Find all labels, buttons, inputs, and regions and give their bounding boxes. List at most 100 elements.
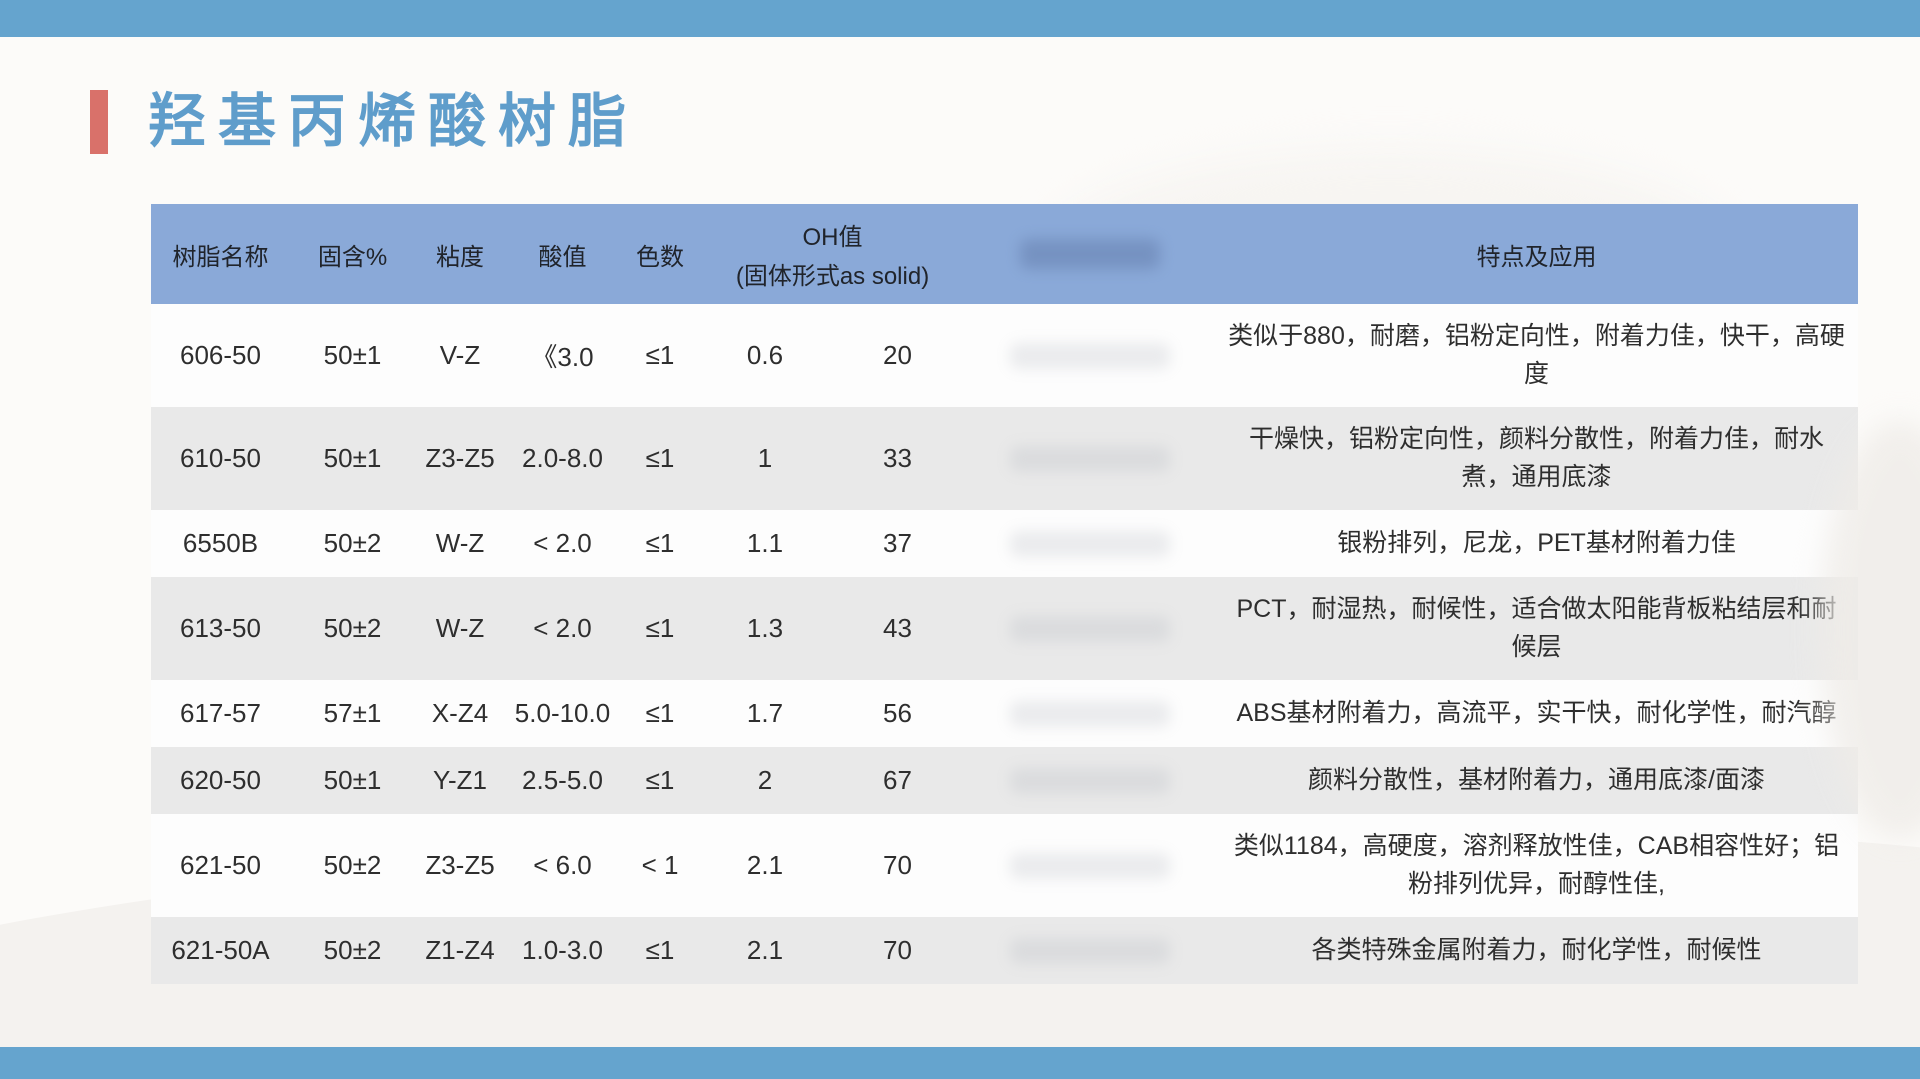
cell-oh-value: 70 bbox=[830, 917, 965, 984]
cell-acid-value: 2.5-5.0 bbox=[505, 747, 620, 814]
page-title: 羟基丙烯酸树脂 bbox=[148, 93, 638, 151]
redacted-text-blob bbox=[1010, 446, 1170, 472]
table-row: 621-50A 50±2 Z1-Z4 1.0-3.0 ≤1 2.1 70 各类特… bbox=[151, 917, 1858, 984]
cell-solid-content: 50±2 bbox=[290, 814, 415, 917]
cell-resin-name: 606-50 bbox=[151, 304, 290, 407]
cell-redacted bbox=[965, 304, 1215, 407]
cell-features: 干燥快，铝粉定向性，颜料分散性，附着力佳，耐水煮，通用底漆 bbox=[1215, 407, 1858, 510]
cell-color-number: ≤1 bbox=[620, 917, 700, 984]
cell-features: 颜料分散性，基材附着力，通用底漆/面漆 bbox=[1215, 747, 1858, 814]
table-row: 6550B 50±2 W-Z < 2.0 ≤1 1.1 37 银粉排列，尼龙，P… bbox=[151, 510, 1858, 577]
cell-solid-content: 57±1 bbox=[290, 680, 415, 747]
table-row: 610-50 50±1 Z3-Z5 2.0-8.0 ≤1 1 33 干燥快，铝粉… bbox=[151, 407, 1858, 510]
col-header-solid-content: 固含% bbox=[290, 204, 415, 304]
col-header-viscosity: 粘度 bbox=[415, 204, 505, 304]
cell-acid-value: < 6.0 bbox=[505, 814, 620, 917]
title-accent-bar bbox=[90, 90, 108, 154]
cell-resin-name: 621-50A bbox=[151, 917, 290, 984]
redacted-text-blob bbox=[1010, 343, 1170, 369]
cell-features: 银粉排列，尼龙，PET基材附着力佳 bbox=[1215, 510, 1858, 577]
cell-acid-value: 5.0-10.0 bbox=[505, 680, 620, 747]
redacted-header-blob bbox=[1020, 239, 1160, 269]
col-header-redacted bbox=[965, 204, 1215, 304]
cell-viscosity: X-Z4 bbox=[415, 680, 505, 747]
cell-redacted bbox=[965, 814, 1215, 917]
cell-oh-value: 70 bbox=[830, 814, 965, 917]
cell-resin-name: 610-50 bbox=[151, 407, 290, 510]
cell-oh-solid: 2 bbox=[700, 747, 830, 814]
col-header-color-number: 色数 bbox=[620, 204, 700, 304]
cell-resin-name: 620-50 bbox=[151, 747, 290, 814]
cell-features: 类似1184，高硬度，溶剂释放性佳，CAB相容性好；铝粉排列优异，耐醇性佳, bbox=[1215, 814, 1858, 917]
redacted-text-blob bbox=[1010, 701, 1170, 727]
cell-oh-value: 37 bbox=[830, 510, 965, 577]
table-row: 606-50 50±1 V-Z 《3.0 ≤1 0.6 20 类似于880，耐磨… bbox=[151, 304, 1858, 407]
cell-resin-name: 613-50 bbox=[151, 577, 290, 680]
cell-color-number: ≤1 bbox=[620, 510, 700, 577]
resin-spec-table: 树脂名称 固含% 粘度 酸值 色数 OH值 (固体形式as solid) 特点及… bbox=[151, 204, 1858, 984]
cell-redacted bbox=[965, 747, 1215, 814]
cell-color-number: ≤1 bbox=[620, 680, 700, 747]
cell-features: PCT，耐湿热，耐候性，适合做太阳能背板粘结层和耐候层 bbox=[1215, 577, 1858, 680]
redacted-text-blob bbox=[1010, 938, 1170, 964]
cell-oh-solid: 1.7 bbox=[700, 680, 830, 747]
cell-oh-solid: 2.1 bbox=[700, 917, 830, 984]
cell-solid-content: 50±2 bbox=[290, 510, 415, 577]
cell-oh-solid: 1.1 bbox=[700, 510, 830, 577]
cell-oh-value: 33 bbox=[830, 407, 965, 510]
bottom-brand-bar bbox=[0, 1047, 1920, 1079]
cell-solid-content: 50±1 bbox=[290, 407, 415, 510]
cell-oh-solid: 0.6 bbox=[700, 304, 830, 407]
table-header-row: 树脂名称 固含% 粘度 酸值 色数 OH值 (固体形式as solid) 特点及… bbox=[151, 204, 1858, 304]
top-brand-bar bbox=[0, 0, 1920, 37]
cell-viscosity: W-Z bbox=[415, 577, 505, 680]
cell-solid-content: 50±1 bbox=[290, 747, 415, 814]
redacted-text-blob bbox=[1010, 616, 1170, 642]
cell-oh-value: 67 bbox=[830, 747, 965, 814]
cell-viscosity: W-Z bbox=[415, 510, 505, 577]
cell-viscosity: Y-Z1 bbox=[415, 747, 505, 814]
table-row: 617-57 57±1 X-Z4 5.0-10.0 ≤1 1.7 56 ABS基… bbox=[151, 680, 1858, 747]
cell-oh-solid: 2.1 bbox=[700, 814, 830, 917]
resin-table-body: 606-50 50±1 V-Z 《3.0 ≤1 0.6 20 类似于880，耐磨… bbox=[151, 304, 1858, 984]
cell-resin-name: 621-50 bbox=[151, 814, 290, 917]
cell-redacted bbox=[965, 577, 1215, 680]
oh-header-line1: OH值 bbox=[700, 217, 965, 252]
cell-solid-content: 50±2 bbox=[290, 577, 415, 680]
cell-resin-name: 6550B bbox=[151, 510, 290, 577]
cell-color-number: ≤1 bbox=[620, 577, 700, 680]
cell-color-number: ≤1 bbox=[620, 407, 700, 510]
table-row: 613-50 50±2 W-Z < 2.0 ≤1 1.3 43 PCT，耐湿热，… bbox=[151, 577, 1858, 680]
cell-oh-value: 43 bbox=[830, 577, 965, 680]
cell-oh-solid: 1 bbox=[700, 407, 830, 510]
cell-features: ABS基材附着力，高流平，实干快，耐化学性，耐汽醇 bbox=[1215, 680, 1858, 747]
cell-redacted bbox=[965, 510, 1215, 577]
cell-oh-solid: 1.3 bbox=[700, 577, 830, 680]
cell-redacted bbox=[965, 917, 1215, 984]
cell-resin-name: 617-57 bbox=[151, 680, 290, 747]
col-header-oh-value: OH值 (固体形式as solid) bbox=[700, 204, 965, 304]
cell-acid-value: < 2.0 bbox=[505, 577, 620, 680]
cell-solid-content: 50±1 bbox=[290, 304, 415, 407]
col-header-acid-value: 酸值 bbox=[505, 204, 620, 304]
cell-acid-value: 2.0-8.0 bbox=[505, 407, 620, 510]
cell-viscosity: Z3-Z5 bbox=[415, 407, 505, 510]
cell-acid-value: 1.0-3.0 bbox=[505, 917, 620, 984]
presentation-slide: 羟基丙烯酸树脂 树脂名称 固含% 粘度 酸值 色数 OH值 (固体形式as so… bbox=[0, 0, 1920, 1079]
cell-oh-value: 56 bbox=[830, 680, 965, 747]
cell-viscosity: V-Z bbox=[415, 304, 505, 407]
cell-viscosity: Z3-Z5 bbox=[415, 814, 505, 917]
table-row: 621-50 50±2 Z3-Z5 < 6.0 < 1 2.1 70 类似118… bbox=[151, 814, 1858, 917]
cell-viscosity: Z1-Z4 bbox=[415, 917, 505, 984]
slide-title-block: 羟基丙烯酸树脂 bbox=[90, 90, 638, 154]
cell-acid-value: < 2.0 bbox=[505, 510, 620, 577]
col-header-features: 特点及应用 bbox=[1215, 204, 1858, 304]
cell-oh-value: 20 bbox=[830, 304, 965, 407]
cell-solid-content: 50±2 bbox=[290, 917, 415, 984]
cell-features: 类似于880，耐磨，铝粉定向性，附着力佳，快干，高硬度 bbox=[1215, 304, 1858, 407]
cell-color-number: < 1 bbox=[620, 814, 700, 917]
cell-acid-value: 《3.0 bbox=[505, 304, 620, 407]
cell-color-number: ≤1 bbox=[620, 304, 700, 407]
table-row: 620-50 50±1 Y-Z1 2.5-5.0 ≤1 2 67 颜料分散性，基… bbox=[151, 747, 1858, 814]
oh-header-line2: (固体形式as solid) bbox=[700, 256, 965, 291]
